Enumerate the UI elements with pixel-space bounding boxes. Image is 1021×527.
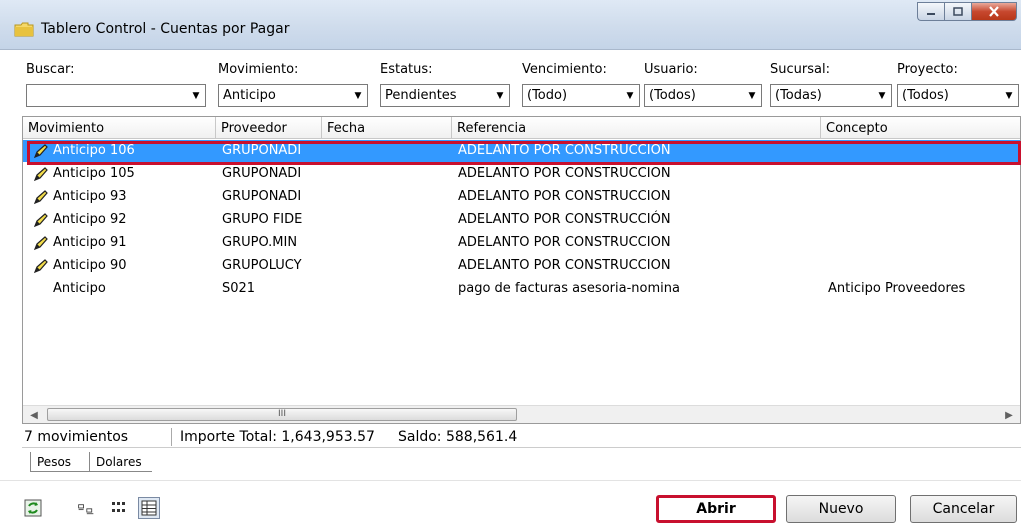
scroll-right-icon[interactable]: ▶ bbox=[1000, 407, 1018, 423]
sucursal-label: Sucursal: bbox=[770, 62, 830, 77]
col-referencia[interactable]: Referencia bbox=[452, 117, 821, 139]
chevron-down-icon[interactable]: ▼ bbox=[621, 85, 639, 106]
table-row[interactable]: Anticipo S021 pago de facturas asesoria-no… bbox=[23, 278, 1020, 300]
abrir-button[interactable]: Abrir bbox=[656, 495, 776, 523]
row-referencia: ADELANTO POR CONSTRUCCION bbox=[458, 166, 671, 181]
grid-header: Movimiento Proveedor Fecha Referencia Co… bbox=[23, 117, 1020, 139]
row-referencia: ADELANTO POR CONSTRUCCION bbox=[458, 235, 671, 250]
cancelar-button[interactable]: Cancelar bbox=[910, 495, 1017, 523]
vencimiento-label: Vencimiento: bbox=[522, 62, 607, 77]
row-movimiento: Anticipo 105 bbox=[53, 166, 135, 181]
maximize-button[interactable] bbox=[944, 2, 971, 21]
row-referencia: ADELANTO POR CONSTRUCCION bbox=[458, 258, 671, 273]
refresh-icon[interactable] bbox=[24, 499, 42, 517]
scroll-thumb[interactable]: III bbox=[47, 408, 517, 421]
tab-dolares[interactable]: Dolares bbox=[90, 452, 152, 472]
row-referencia: ADELANTO POR CONSTRUCCIÓN bbox=[458, 212, 671, 227]
row-movimiento: Anticipo 90 bbox=[53, 258, 127, 273]
window-title: Tablero Control - Cuentas por Pagar bbox=[41, 21, 290, 37]
sucursal-select[interactable]: (Todas) ▼ bbox=[770, 84, 892, 107]
folder-icon bbox=[14, 22, 34, 37]
row-concepto: Anticipo Proveedores bbox=[828, 281, 966, 296]
minimize-icon bbox=[927, 12, 935, 15]
window-titlebar: Tablero Control - Cuentas por Pagar bbox=[0, 0, 1021, 50]
nuevo-button[interactable]: Nuevo bbox=[786, 495, 896, 523]
pencil-icon bbox=[33, 236, 48, 251]
row-proveedor: GRUPONADI bbox=[222, 189, 302, 204]
row-referencia: pago de facturas asesoria-nomina bbox=[458, 281, 680, 296]
close-button[interactable] bbox=[971, 2, 1017, 21]
row-referencia: ADELANTO POR CONSTRUCCION bbox=[458, 143, 671, 158]
row-proveedor: S021 bbox=[222, 281, 256, 296]
details-view-icon[interactable] bbox=[138, 497, 160, 519]
table-row[interactable]: Anticipo 91 GRUPO.MIN ADELANTO POR CONSTRU… bbox=[23, 232, 1020, 254]
pencil-icon bbox=[33, 259, 48, 274]
buscar-label: Buscar: bbox=[26, 62, 75, 77]
list-view-icon[interactable] bbox=[111, 499, 129, 517]
proyecto-select[interactable]: (Todos) ▼ bbox=[897, 84, 1019, 107]
proyecto-label: Proyecto: bbox=[897, 62, 958, 77]
chevron-down-icon[interactable]: ▼ bbox=[187, 85, 205, 106]
table-row[interactable]: Anticipo 90 GRUPOLUCY ADELANTO POR CONSTRU… bbox=[23, 255, 1020, 277]
row-movimiento: Anticipo 92 bbox=[53, 212, 127, 227]
table-row[interactable]: Anticipo 106 GRUPONADI ADELANTO POR CONSTR… bbox=[23, 140, 1020, 162]
row-proveedor: GRUPONADI bbox=[222, 143, 302, 158]
row-movimiento: Anticipo bbox=[53, 281, 106, 296]
chevron-down-icon[interactable]: ▼ bbox=[743, 85, 761, 106]
col-fecha[interactable]: Fecha bbox=[322, 117, 452, 139]
filter-bar: Buscar: ▼ Movimiento: Anticipo ▼ Estatus… bbox=[0, 50, 1021, 116]
minimize-button[interactable] bbox=[917, 2, 944, 21]
usuario-label: Usuario: bbox=[644, 62, 698, 77]
tab-pesos[interactable]: Pesos bbox=[30, 452, 90, 472]
small-icons-view-icon[interactable] bbox=[77, 499, 95, 517]
row-proveedor: GRUPONADI bbox=[222, 166, 302, 181]
row-proveedor: GRUPO.MIN bbox=[222, 235, 298, 250]
status-bar: 7 movimientos Importe Total: 1,643,953.5… bbox=[22, 426, 1021, 448]
movimiento-label: Movimiento: bbox=[218, 62, 299, 77]
movements-grid[interactable]: Movimiento Proveedor Fecha Referencia Co… bbox=[22, 116, 1021, 424]
movement-count: 7 movimientos bbox=[24, 429, 129, 445]
row-referencia: ADELANTO POR CONSTRUCCION bbox=[458, 189, 671, 204]
row-proveedor: GRUPO FIDE bbox=[222, 212, 303, 227]
bottom-toolbar: Abrir Nuevo Cancelar bbox=[0, 480, 1021, 527]
row-proveedor: GRUPOLUCY bbox=[222, 258, 302, 273]
buscar-select[interactable]: ▼ bbox=[26, 84, 206, 107]
maximize-icon bbox=[953, 7, 963, 16]
row-movimiento: Anticipo 91 bbox=[53, 235, 127, 250]
table-row[interactable]: Anticipo 92 GRUPO FIDE ADELANTO POR CONSTR… bbox=[23, 209, 1020, 231]
pencil-icon bbox=[33, 167, 48, 182]
estatus-select[interactable]: Pendientes ▼ bbox=[380, 84, 510, 107]
close-icon bbox=[989, 6, 999, 17]
vencimiento-select[interactable]: (Todo) ▼ bbox=[522, 84, 640, 107]
scroll-left-icon[interactable]: ◀ bbox=[25, 407, 43, 423]
estatus-label: Estatus: bbox=[380, 62, 433, 77]
chevron-down-icon[interactable]: ▼ bbox=[491, 85, 509, 106]
usuario-select[interactable]: (Todos) ▼ bbox=[644, 84, 762, 107]
movimiento-select[interactable]: Anticipo ▼ bbox=[218, 84, 368, 107]
pencil-icon bbox=[33, 190, 48, 205]
row-movimiento: Anticipo 106 bbox=[53, 143, 135, 158]
pencil-icon bbox=[33, 213, 48, 228]
col-proveedor[interactable]: Proveedor bbox=[216, 117, 322, 139]
table-row[interactable]: Anticipo 105 GRUPONADI ADELANTO POR CONSTR… bbox=[23, 163, 1020, 185]
total-amount: Importe Total: 1,643,953.57 bbox=[180, 429, 375, 445]
col-concepto[interactable]: Concepto bbox=[821, 117, 1020, 139]
balance-amount: Saldo: 588,561.4 bbox=[398, 429, 518, 445]
chevron-down-icon[interactable]: ▼ bbox=[349, 85, 367, 106]
pencil-icon bbox=[33, 144, 48, 159]
row-movimiento: Anticipo 93 bbox=[53, 189, 127, 204]
col-movimiento[interactable]: Movimiento bbox=[23, 117, 216, 139]
horizontal-scrollbar[interactable]: ◀ III ▶ bbox=[23, 405, 1020, 423]
chevron-down-icon[interactable]: ▼ bbox=[873, 85, 891, 106]
table-row[interactable]: Anticipo 93 GRUPONADI ADELANTO POR CONSTRU… bbox=[23, 186, 1020, 208]
chevron-down-icon[interactable]: ▼ bbox=[1000, 85, 1018, 106]
